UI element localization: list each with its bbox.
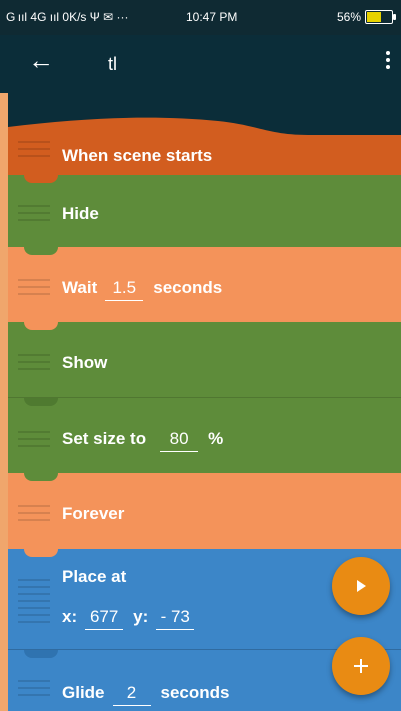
more-vert-icon[interactable] [385,51,391,72]
size-value-field[interactable]: 80 [160,429,199,452]
brick-show[interactable]: Show [8,322,401,397]
brick-label: Place at [62,567,127,586]
brick-wait[interactable]: Wait 1.5 seconds [8,247,401,322]
status-bar: G ııl 4G ııl 0K/s Ψ ✉ ··· 10:47 PM 56% [0,0,401,35]
plus-icon [354,659,368,673]
drag-handle[interactable] [18,680,50,701]
glide-value-field[interactable]: 2 [112,683,151,706]
page-title: tl [108,54,117,74]
brick-unit: seconds [160,683,230,702]
drag-handle[interactable] [18,141,50,162]
brick-label: Glide [62,683,105,702]
x-label: x: [62,607,78,626]
brick-set-size[interactable]: Set size to 80 % [8,397,401,473]
drag-handle[interactable] [18,354,50,375]
drag-handle[interactable] [18,431,50,452]
y-value-field[interactable]: - 73 [156,607,195,630]
status-right: 56% [336,10,396,24]
brick-label: Show [62,353,108,372]
play-icon [357,580,366,592]
drag-handle[interactable] [18,279,50,300]
x-value-field[interactable]: 677 [85,607,124,630]
brick-hide[interactable]: Hide [8,175,401,247]
battery-percent: 56% [336,10,361,24]
play-button[interactable] [332,557,390,615]
brick-unit: seconds [153,278,223,297]
brick-unit: % [208,429,224,448]
arrow-back-icon[interactable]: ← [28,47,54,73]
brick-label: Set size to [62,429,147,448]
brick-forever[interactable]: Forever [8,473,401,549]
status-time: 10:47 PM [186,10,238,24]
battery-icon [365,10,396,24]
drag-handle[interactable] [18,205,50,226]
drag-handle[interactable] [18,505,50,526]
wait-value-field[interactable]: 1.5 [105,278,144,301]
status-left: G ııl 4G ııl 0K/s Ψ ✉ ··· [6,10,129,24]
drag-handle[interactable] [18,579,50,639]
add-button[interactable] [332,637,390,695]
toolbar: ← tl [0,35,401,93]
brick-label: Forever [62,504,125,523]
brick-label: Hide [62,204,99,223]
brick-when-scene-starts[interactable]: When scene starts [8,113,401,175]
brick-label: When scene starts [62,146,213,165]
brick-label: Wait [62,278,98,297]
y-label: y: [133,607,149,626]
